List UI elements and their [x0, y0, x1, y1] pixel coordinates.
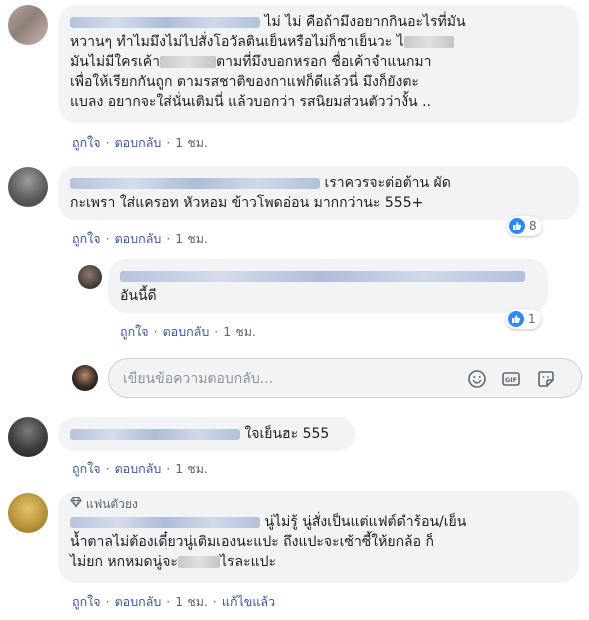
- reply-button[interactable]: ตอบกลับ: [163, 324, 210, 339]
- comment-text: กะเพรา ใส่แครอท หัวหอม ข้าวโพดอ่อน มากกว…: [70, 195, 424, 211]
- comment-text: หวานๆ ทำไมมึงไม่ไปสั่งโอวัลตินเย็นหรือไม…: [70, 34, 404, 50]
- timestamp[interactable]: 1 ชม.: [223, 324, 256, 339]
- comment-bubble: แฟนตัวยง นู่ไม่รู้ นู่สั่งเป็นแต่แฟต์ดำร…: [58, 491, 579, 583]
- separator-dot: ·: [166, 135, 171, 150]
- comment-actions: ถูกใจ · ตอบกลับ · 1 ชม. · แก้ไขแล้ว: [72, 592, 275, 612]
- separator-dot: ·: [105, 135, 110, 150]
- svg-text:GIF: GIF: [505, 376, 517, 384]
- reaction-number: 1: [528, 312, 536, 326]
- reply-button[interactable]: ตอบกลับ: [115, 231, 162, 246]
- comment-text: เราควรจะต่อต้าน ผัด: [324, 175, 451, 191]
- emoji-icon[interactable]: [466, 368, 488, 390]
- reaction-count[interactable]: 8: [507, 216, 542, 236]
- avatar[interactable]: [78, 265, 102, 289]
- reply-button[interactable]: ตอบกลับ: [115, 135, 162, 150]
- separator-dot: ·: [166, 231, 171, 246]
- comment-text: มันไม่มีใครเค้า: [70, 54, 161, 70]
- timestamp[interactable]: 1 ชม.: [175, 594, 208, 609]
- comment-text: แบลง อยากจะใส่นั่นเติมนี่ แล้วบอกว่า รสน…: [70, 94, 431, 110]
- like-button[interactable]: ถูกใจ: [72, 135, 101, 150]
- blurred-word: [160, 56, 217, 68]
- separator-dot: ·: [153, 324, 158, 339]
- comment-text: เพื่อให้เรียกกันถูก ตามรสชาติของกาแฟก็ดี…: [70, 74, 419, 90]
- edited-link[interactable]: แก้ไขแล้ว: [222, 594, 275, 609]
- comment-text: อันนี้ดี: [120, 288, 157, 304]
- avatar[interactable]: [8, 5, 48, 45]
- avatar[interactable]: [8, 417, 48, 457]
- gif-icon[interactable]: GIF: [500, 368, 522, 390]
- timestamp[interactable]: 1 ชม.: [175, 461, 208, 476]
- separator-dot: ·: [212, 594, 217, 609]
- comment-text: ตามที่มึงบอกหรอก ชื่อเค้าจำแนกมา: [216, 54, 432, 70]
- diamond-icon: [70, 496, 82, 512]
- separator-dot: ·: [166, 594, 171, 609]
- blurred-author-name[interactable]: [70, 516, 260, 528]
- blurred-word: [177, 556, 220, 568]
- separator-dot: ·: [105, 594, 110, 609]
- badge-label: แฟนตัวยง: [86, 497, 138, 511]
- like-button[interactable]: ถูกใจ: [72, 231, 101, 246]
- comment-text: นู่ไม่รู้ นู่สั่งเป็นแต่แฟต์ดำร้อน/เย็น: [264, 514, 467, 530]
- reaction-number: 8: [529, 219, 537, 233]
- avatar[interactable]: [8, 493, 48, 533]
- comment-actions: ถูกใจ · ตอบกลับ · 1 ชม.: [72, 459, 208, 479]
- blurred-author-name[interactable]: [70, 428, 240, 440]
- blurred-author-name[interactable]: [70, 16, 260, 28]
- separator-dot: ·: [214, 324, 219, 339]
- like-button[interactable]: ถูกใจ: [72, 594, 101, 609]
- blurred-author-name[interactable]: [70, 177, 320, 189]
- comment-actions: ถูกใจ · ตอบกลับ · 1 ชม.: [72, 229, 208, 249]
- comment-bubble: เราควรจะต่อต้าน ผัด กะเพรา ใส่แครอท หัวห…: [58, 166, 579, 220]
- reply-input[interactable]: [121, 368, 455, 390]
- like-button[interactable]: ถูกใจ: [72, 461, 101, 476]
- reply-button[interactable]: ตอบกลับ: [115, 461, 162, 476]
- reply-bubble: อันนี้ดี: [108, 259, 548, 313]
- comment-text: ไรละแปะ: [219, 554, 277, 570]
- separator-dot: ·: [105, 231, 110, 246]
- current-user-avatar: [72, 365, 98, 391]
- comment-text: น้ำตาลไม่ต้องเดี๋ยวนู่เติมเองนะแปะ ถึงแป…: [70, 534, 434, 550]
- sticker-icon[interactable]: [535, 368, 557, 390]
- reaction-count[interactable]: 1: [506, 309, 541, 329]
- comment-bubble: ไม่ ไม่ คือถ้ามึงอยากกินอะไรที่มัน หวานๆ…: [58, 5, 579, 123]
- separator-dot: ·: [105, 461, 110, 476]
- comment-text: ไม่ยก หกหมดนู่จะ: [70, 554, 178, 570]
- reply-composer: GIF: [108, 358, 582, 398]
- blurred-author-name[interactable]: [120, 270, 525, 282]
- timestamp[interactable]: 1 ชม.: [175, 135, 208, 150]
- separator-dot: ·: [166, 461, 171, 476]
- comment-text: ไม่ ไม่ คือถ้ามึงอยากกินอะไรที่มัน: [264, 14, 466, 30]
- comment-actions: ถูกใจ · ตอบกลับ · 1 ชม.: [120, 322, 256, 342]
- comment-text: ใจเย็นฮะ 555: [244, 426, 330, 442]
- avatar[interactable]: [8, 167, 48, 207]
- timestamp[interactable]: 1 ชม.: [175, 231, 208, 246]
- like-reaction-icon: [508, 311, 524, 327]
- like-button[interactable]: ถูกใจ: [120, 324, 149, 339]
- reply-button[interactable]: ตอบกลับ: [115, 594, 162, 609]
- comment-bubble: ใจเย็นฮะ 555: [58, 417, 355, 451]
- top-fan-badge[interactable]: แฟนตัวยง: [70, 496, 567, 512]
- comment-actions: ถูกใจ · ตอบกลับ · 1 ชม.: [72, 133, 208, 153]
- blurred-word: [403, 36, 454, 48]
- like-reaction-icon: [509, 218, 525, 234]
